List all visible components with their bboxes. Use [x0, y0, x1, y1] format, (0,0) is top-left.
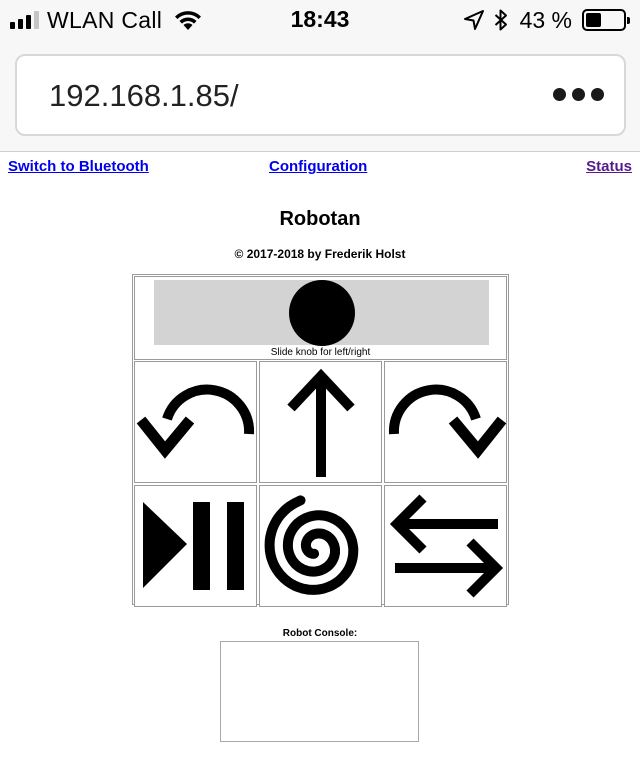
location-arrow-icon [463, 10, 484, 30]
curved-arrow-left-icon [136, 384, 255, 459]
arrow-up-icon [287, 368, 355, 477]
spiral-icon [264, 495, 359, 595]
battery-percentage: 43 % [519, 6, 572, 33]
forward-button[interactable] [259, 361, 382, 483]
battery-icon [582, 9, 630, 31]
steering-slider-cell: Slide knob for left/right [134, 276, 507, 360]
address-bar[interactable]: 192.168.1.85/ [15, 54, 626, 136]
arrows-left-right-icon [389, 494, 504, 598]
robot-console-output[interactable] [220, 641, 419, 742]
curved-arrow-right-icon [388, 384, 507, 459]
play-pause-button[interactable] [134, 485, 257, 607]
status-bar: WLAN Call 18:43 43 % [0, 0, 640, 42]
page-title: Robotan [279, 208, 361, 230]
play-pause-icon [143, 502, 244, 590]
steering-slider-track[interactable] [154, 280, 489, 346]
status-link[interactable]: Status [586, 158, 632, 175]
copyright-text: © 2017-2018 by Frederik Holst [234, 247, 406, 261]
turn-left-button[interactable] [134, 361, 257, 483]
status-right: 43 % [463, 5, 630, 35]
battery-level-fill [586, 13, 601, 27]
switch-to-bluetooth-link[interactable]: Switch to Bluetooth [8, 158, 149, 175]
more-dots-icon[interactable] [553, 88, 604, 101]
slider-caption: Slide knob for left/right [270, 347, 371, 358]
bluetooth-icon [494, 9, 507, 31]
back-and-forth-button[interactable] [384, 485, 507, 607]
battery-cap [627, 17, 630, 24]
url-text[interactable]: 192.168.1.85/ [49, 78, 239, 114]
robot-console-label: Robot Console: [282, 628, 358, 639]
top-nav: Switch to Bluetooth Configuration Status [0, 158, 640, 180]
configuration-link[interactable]: Configuration [269, 158, 367, 175]
spiral-button[interactable] [259, 485, 382, 607]
turn-right-button[interactable] [384, 361, 507, 483]
steering-slider-knob[interactable] [289, 280, 355, 346]
robot-control-panel: Slide knob for left/right [132, 274, 509, 607]
browser-toolbar: 192.168.1.85/ [0, 42, 640, 152]
